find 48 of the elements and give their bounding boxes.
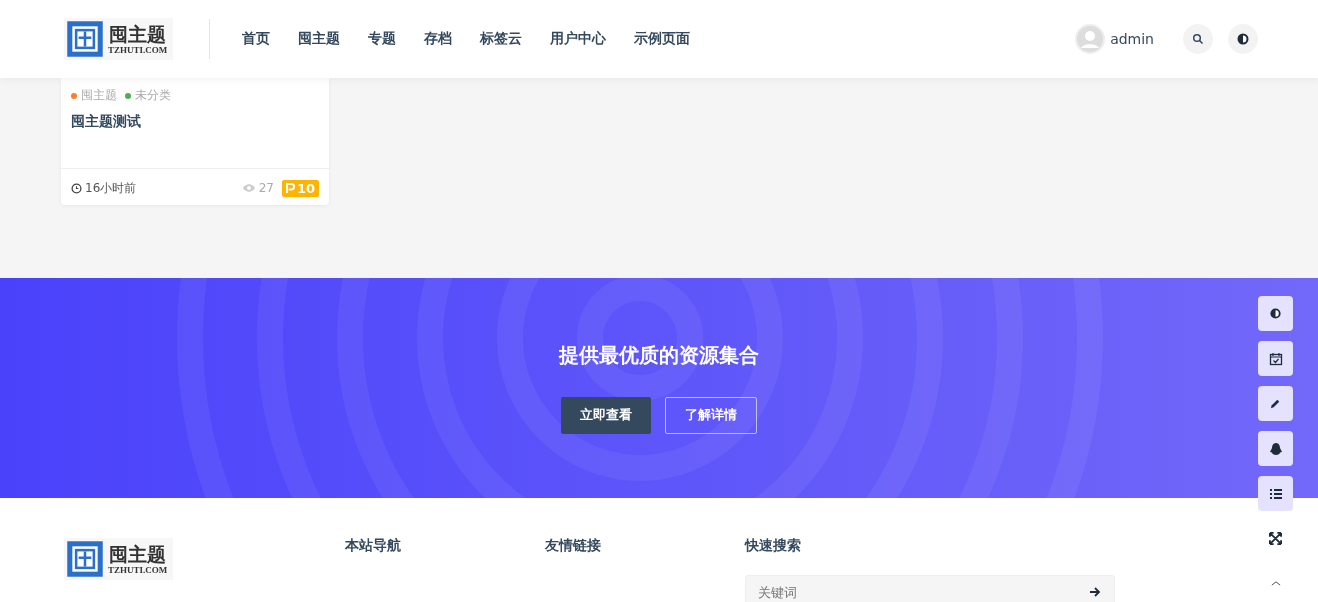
footer-heading: 友情链接 [545,537,603,555]
nav-link[interactable]: 专题 [368,30,397,48]
post-card[interactable]: 囤主题 未分类 囤主题测试 16小时前 27 10 [61,78,329,205]
half-circle-icon [1236,32,1250,46]
nav-link[interactable]: 用户中心 [550,30,607,48]
nav-link[interactable]: 示例页面 [634,30,691,48]
banner-title: 提供最优质的资源集合 [559,342,759,369]
theme-toggle-button[interactable] [1258,296,1293,331]
clock-icon [71,182,82,194]
logo-domain: TZHUTI.COM [108,565,168,575]
p-coin-icon [285,182,295,194]
search-button[interactable] [1183,24,1213,54]
nav-link[interactable]: 存档 [424,30,453,48]
learn-more-button[interactable]: 了解详情 [665,397,757,434]
view-now-button[interactable]: 立即查看 [561,397,651,434]
chevron-up-icon [1270,580,1281,587]
nav-link[interactable]: 首页 [242,30,271,48]
pencil-button[interactable] [1258,386,1293,421]
eye-icon [241,183,256,193]
footer-heading: 本站导航 [345,537,403,555]
search-field[interactable]: 关键词 [745,575,1116,602]
fullscreen-icon [1269,532,1282,545]
nav-link[interactable]: 囤主题 [298,30,341,48]
penguin-icon [1268,441,1283,456]
calendar-check-icon [1268,351,1283,366]
nav-link[interactable]: 标签云 [480,30,523,48]
post-time: 16小时前 [85,179,137,197]
points-badge: 10 [281,179,319,197]
list-button[interactable] [1258,476,1293,511]
arrow-right-icon[interactable] [1089,586,1102,598]
list-icon [1268,487,1283,500]
footer-heading: 快速搜索 [745,537,803,555]
half-circle-icon [1269,307,1282,320]
site-logo[interactable]: 囤主题 TZHUTI.COM [64,18,174,60]
calendar-check-button[interactable] [1258,341,1293,376]
search-icon [1192,33,1204,45]
logo-domain: TZHUTI.COM [108,45,168,55]
post-title[interactable]: 囤主题测试 [61,104,329,156]
logo-mark-icon [66,20,104,58]
logo-title: 囤主题 [109,23,167,45]
view-count: 27 [258,181,274,195]
username[interactable]: admin [1110,31,1154,47]
penguin-button[interactable] [1258,431,1293,466]
pencil-icon [1269,397,1282,410]
logo-title: 囤主题 [109,543,167,565]
logo-mark-icon [66,540,104,578]
footer-logo[interactable]: 囤主题 TZHUTI.COM [64,538,174,580]
theme-toggle-button[interactable] [1228,24,1258,54]
